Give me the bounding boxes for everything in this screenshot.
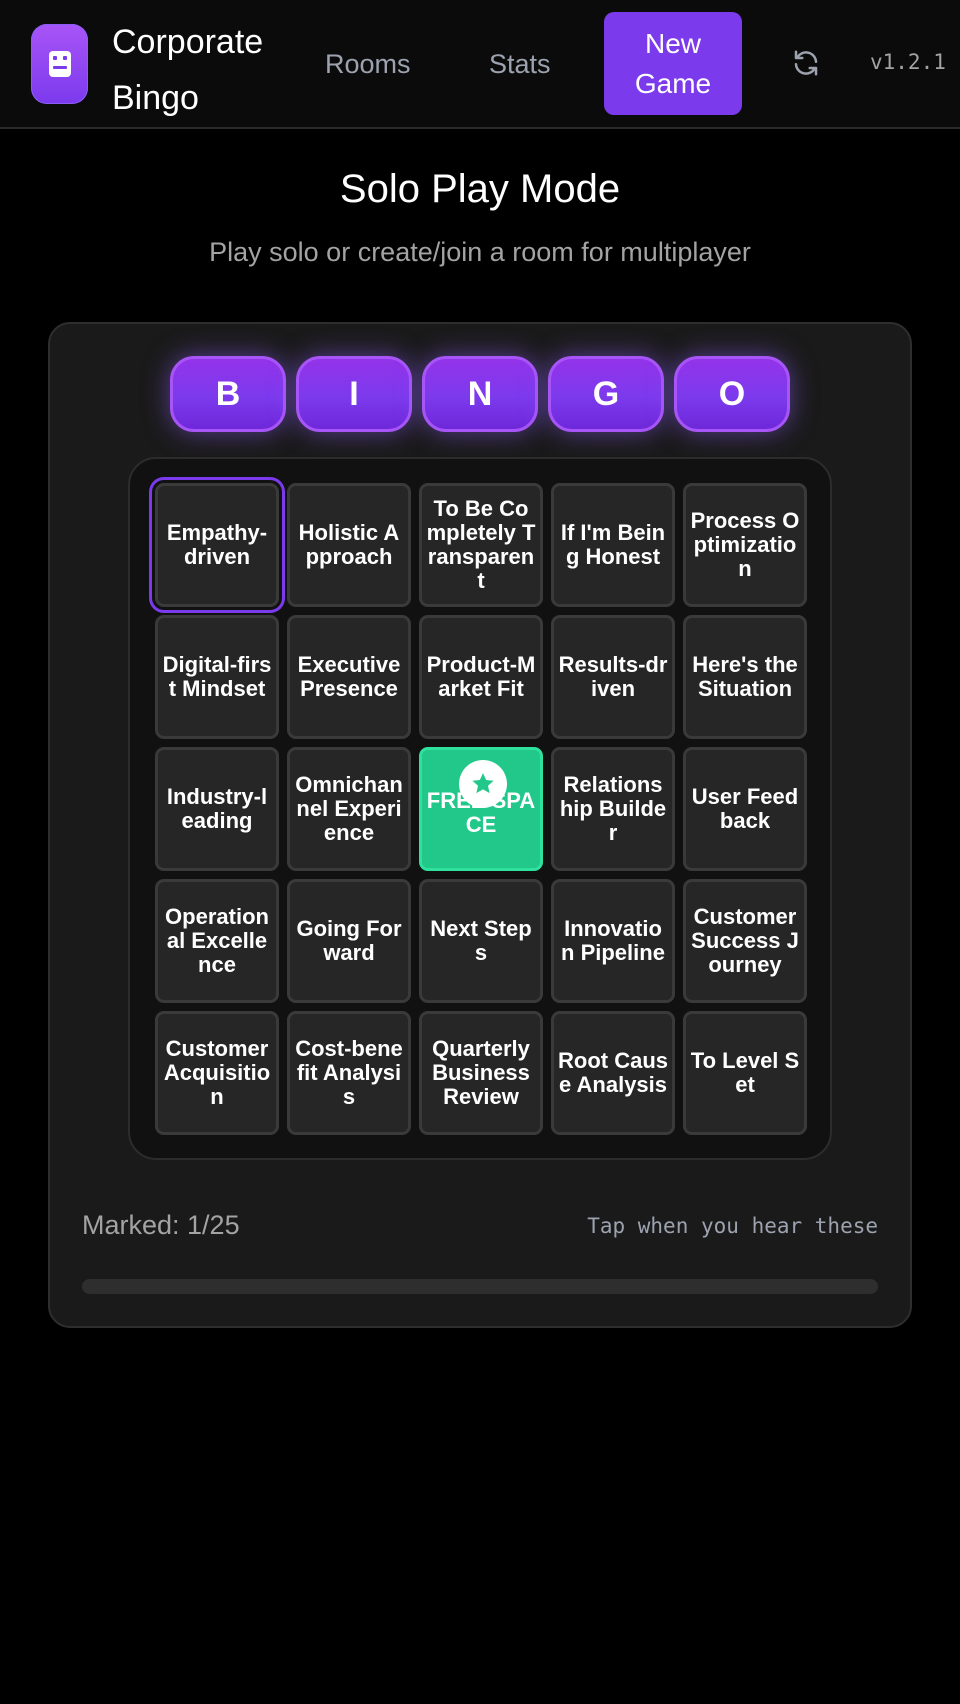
bingo-cell[interactable]: If I'm Being Honest — [551, 483, 675, 607]
bingo-header: B I N G O — [170, 356, 790, 434]
nav-stats-link[interactable]: Stats — [489, 40, 551, 88]
bingo-cell-label: Product-Market Fit — [426, 652, 536, 701]
bingo-cell[interactable]: Going Forward — [287, 879, 411, 1003]
star-icon — [459, 760, 507, 808]
app-header: Corporate Bingo Rooms Stats New Game v1.… — [0, 0, 960, 129]
bingo-cell-label: Holistic Approach — [298, 520, 400, 569]
bingo-cell[interactable]: Process Optimization — [683, 483, 807, 607]
bingo-cell[interactable]: Here's the Situation — [683, 615, 807, 739]
new-game-button[interactable]: New Game — [604, 12, 742, 115]
bingo-cell-label: Quarterly Business Review — [432, 1036, 530, 1109]
bingo-cell-label: Process Optimization — [690, 508, 800, 581]
bingo-cell[interactable]: User Feedback — [683, 747, 807, 871]
bingo-cell[interactable]: Cost-benefit Analysis — [287, 1011, 411, 1135]
bingo-letter-i: I — [296, 356, 412, 432]
marked-count: Marked: 1/25 — [82, 1210, 240, 1240]
page-title: Solo Play Mode — [339, 167, 621, 211]
bingo-cell-label: User Feedback — [691, 784, 799, 833]
bingo-cell-label: Root Cause Analysis — [558, 1048, 668, 1097]
bingo-letter-o: O — [674, 356, 790, 432]
bingo-cell[interactable]: Holistic Approach — [287, 483, 411, 607]
bingo-cell-label: Industry-leading — [166, 784, 268, 833]
bingo-cell-label: Going Forward — [296, 916, 402, 965]
version-label: v1.2.1 — [870, 50, 946, 74]
bingo-letter-g: G — [548, 356, 664, 432]
bingo-cell-label: Empathy-driven — [166, 520, 268, 569]
bingo-cell[interactable]: Results-driven — [551, 615, 675, 739]
bingo-cell-label: Here's the Situation — [692, 652, 798, 701]
bingo-cell[interactable]: To Be Completely Transparent — [419, 483, 543, 607]
bingo-cell[interactable]: Executive Presence — [287, 615, 411, 739]
bingo-cell[interactable]: To Level Set — [683, 1011, 807, 1135]
bingo-letter-b: B — [170, 356, 286, 432]
bingo-cell-label: If I'm Being Honest — [560, 520, 666, 569]
hint-text: Tap when you hear these — [587, 1214, 878, 1238]
bingo-cell[interactable]: Quarterly Business Review — [419, 1011, 543, 1135]
bingo-cell[interactable]: Customer Success Journey — [683, 879, 807, 1003]
nav-rooms-link[interactable]: Rooms — [325, 40, 411, 88]
bingo-cell-label: Operational Excellence — [165, 904, 269, 977]
bingo-cell[interactable]: Industry-leading — [155, 747, 279, 871]
bingo-cell-label: Customer Success Journey — [691, 904, 799, 977]
page-subtitle: Play solo or create/join a room for mult… — [209, 237, 751, 267]
bingo-cell-label: Innovation Pipeline — [561, 916, 665, 965]
bingo-cell-label: Cost-benefit Analysis — [295, 1036, 403, 1109]
bingo-cell[interactable]: Next Steps — [419, 879, 543, 1003]
bingo-cell-label: Next Steps — [430, 916, 532, 965]
bingo-cell[interactable]: Empathy-driven — [155, 483, 279, 607]
bingo-cell[interactable]: Root Cause Analysis — [551, 1011, 675, 1135]
bingo-cell-label: Omnichannel Experience — [295, 772, 403, 845]
bingo-cell[interactable]: Omnichannel Experience — [287, 747, 411, 871]
bingo-cell-label: To Level Set — [690, 1048, 800, 1097]
bingo-cell-label: To Be Completely Transparent — [426, 496, 536, 593]
bingo-cell[interactable]: Product-Market Fit — [419, 615, 543, 739]
bingo-cell-label: Digital-first Mindset — [162, 652, 272, 701]
bingo-cell[interactable]: Relationship Builder — [551, 747, 675, 871]
brand-title[interactable]: Corporate Bingo — [112, 14, 302, 126]
bingo-letter-n: N — [422, 356, 538, 432]
bingo-cell[interactable]: Innovation Pipeline — [551, 879, 675, 1003]
bingo-cell[interactable]: Digital-first Mindset — [155, 615, 279, 739]
refresh-icon[interactable] — [791, 48, 821, 78]
bingo-cell-label: Executive Presence — [297, 652, 401, 701]
bingo-cell-label: Customer Acquisition — [163, 1036, 271, 1109]
progress-bar — [82, 1279, 878, 1294]
bingo-cell[interactable]: Operational Excellence — [155, 879, 279, 1003]
robot-icon[interactable] — [31, 24, 88, 104]
bingo-cell-label: Relationship Builder — [559, 772, 667, 845]
bingo-cell-label: Results-driven — [558, 652, 668, 701]
bingo-cell[interactable]: Customer Acquisition — [155, 1011, 279, 1135]
free-space-cell[interactable]: FREE SPACE — [419, 747, 543, 871]
